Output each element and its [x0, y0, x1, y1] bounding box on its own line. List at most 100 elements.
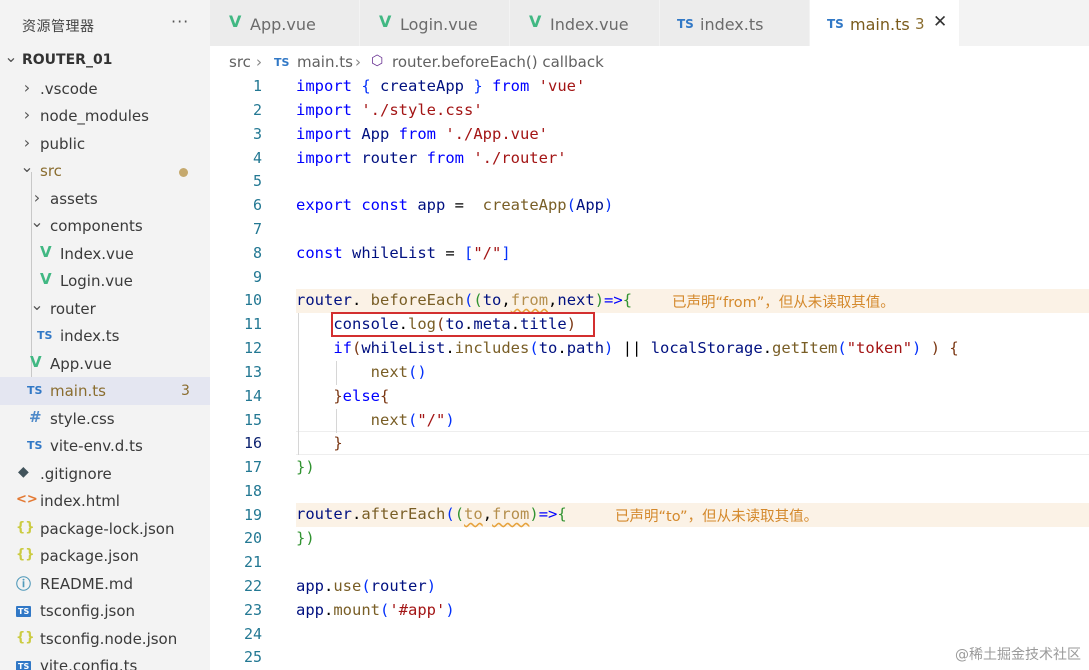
code-token: ( — [445, 505, 455, 523]
chevron-right-icon: › — [256, 53, 262, 71]
breadcrumb-folder[interactable]: src — [229, 53, 251, 71]
tree-item-components[interactable]: ⌄ components — [0, 212, 210, 240]
vue-file-icon: V — [40, 242, 52, 261]
code-line: import router from './router' — [296, 147, 567, 171]
vue-file-icon: V — [379, 12, 392, 31]
tree-item-gitignore[interactable]: ◆ .gitignore — [0, 460, 210, 488]
code-token: = — [454, 196, 483, 214]
vue-file-icon: V — [40, 270, 52, 288]
breadcrumb-file[interactable]: main.ts — [297, 53, 353, 71]
code-editor[interactable]: 1 2 3 4 5 6 7 8 9 10 11 12 13 14 15 16 1… — [210, 75, 1089, 670]
code-token: ( — [566, 196, 576, 214]
code-token: use — [333, 577, 362, 595]
code-token: if — [333, 339, 352, 357]
tree-item-main-ts[interactable]: TS main.ts 3 — [0, 377, 210, 405]
chevron-down-icon: ⌄ — [30, 294, 44, 314]
tree-item-index-vue[interactable]: V Index.vue — [0, 240, 210, 268]
tree-item-node-modules[interactable]: › node_modules — [0, 102, 210, 130]
close-icon[interactable]: ✕ — [933, 12, 947, 32]
tree-item-package-json[interactable]: {} package.json — [0, 542, 210, 570]
tree-item-package-lock[interactable]: {} package-lock.json — [0, 515, 210, 543]
tab-app-vue[interactable]: V App.vue — [210, 0, 360, 46]
tree-item-index-ts[interactable]: TS index.ts — [0, 322, 210, 350]
tree-item-tsconfig-node[interactable]: {} tsconfig.node.json — [0, 625, 210, 653]
tree-item-label: App.vue — [50, 354, 112, 373]
tree-item-router[interactable]: ⌄ router — [0, 295, 210, 323]
line-number: 5 — [252, 172, 262, 190]
tree-item-login-vue[interactable]: V Login.vue — [0, 267, 210, 295]
line-number: 12 — [243, 339, 262, 357]
code-line: router.afterEach((to,from)=>{ — [296, 503, 567, 527]
tab-label: main.ts — [850, 15, 910, 34]
tab-main-ts[interactable]: TS main.ts 3 ✕ — [810, 0, 960, 46]
tab-problem-count: 3 — [915, 15, 925, 33]
code-token: ] — [501, 244, 511, 262]
code-token: whileList — [361, 339, 446, 357]
code-token: from — [510, 291, 549, 309]
code-line: } — [296, 432, 342, 456]
line-number: 23 — [243, 601, 262, 619]
diagnostic-hint: 已声明“to”，但从未读取其值。 — [615, 509, 819, 525]
line-number: 16 — [243, 434, 262, 452]
tab-label: index.ts — [700, 15, 764, 34]
explorer-title: 资源管理器 — [22, 19, 95, 35]
code-token: "/" — [473, 244, 502, 262]
line-number: 15 — [243, 411, 262, 429]
code-line: next() — [296, 361, 427, 385]
code-line: import App from './App.vue' — [296, 123, 548, 147]
tsconfig-file-icon: TS — [16, 606, 32, 617]
tab-login-vue[interactable]: V Login.vue — [360, 0, 510, 46]
tree-item-style-css[interactable]: # style.css — [0, 405, 210, 433]
code-token: . — [445, 339, 455, 357]
code-token: , — [548, 291, 558, 309]
tree-item-tsconfig[interactable]: TS tsconfig.json — [0, 597, 210, 625]
more-actions-icon[interactable]: ··· — [171, 12, 189, 31]
code-token: { — [557, 505, 567, 523]
tree-item-label: index.html — [40, 492, 120, 510]
json-file-icon: {} — [16, 629, 35, 645]
tree-item-vscode[interactable]: › .vscode — [0, 75, 210, 103]
breadcrumb-symbol[interactable]: router.beforeEach() callback — [392, 53, 604, 71]
tree-item-label: main.ts — [50, 382, 106, 400]
vue-file-icon: V — [229, 12, 242, 31]
line-number: 3 — [252, 125, 262, 143]
tab-index-ts[interactable]: TS index.ts — [660, 0, 810, 46]
line-number: 2 — [252, 101, 262, 119]
tree-root-router-01[interactable]: ⌄ ROUTER_01 — [0, 47, 210, 75]
tab-index-vue[interactable]: V Index.vue — [510, 0, 660, 46]
code-line: import { createApp } from 'vue' — [296, 75, 585, 99]
tree-item-label: Login.vue — [60, 272, 133, 290]
code-line: if(whileList.includes(to.path) || localS… — [296, 337, 958, 361]
code-token: afterEach — [361, 505, 446, 523]
git-file-icon: ◆ — [18, 463, 29, 480]
code-token: next — [370, 363, 408, 381]
tree-item-public[interactable]: › public — [0, 130, 210, 158]
tree-item-assets[interactable]: › assets — [0, 185, 210, 213]
code-token: router — [370, 577, 427, 595]
tree-item-vite-env[interactable]: TS vite-env.d.ts — [0, 432, 210, 460]
tree-item-index-html[interactable]: <> index.html — [0, 487, 210, 515]
code-token: App — [352, 125, 399, 143]
tree-item-vite-config[interactable]: TS vite.config.ts — [0, 652, 210, 670]
code-token: getItem — [772, 339, 838, 357]
code-token: || — [613, 339, 651, 357]
code-token: ( — [454, 505, 465, 523]
code-token: ( — [361, 577, 371, 595]
code-token: "token" — [846, 339, 913, 357]
code-token: "/" — [417, 411, 446, 429]
code-line: }) — [296, 527, 315, 551]
tree-item-readme[interactable]: ⓘ README.md — [0, 570, 210, 598]
code-token: beforeEach — [370, 291, 464, 309]
tree-item-app-vue[interactable]: V App.vue — [0, 350, 210, 378]
code-token: ) — [445, 601, 455, 619]
tree-item-src[interactable]: ⌄ src — [0, 157, 210, 185]
code-token: mount — [333, 601, 381, 619]
code-token: ) — [604, 196, 614, 214]
code-token: App — [576, 196, 604, 214]
code-line: import './style.css' — [296, 99, 483, 123]
tree-item-label: src — [40, 162, 62, 180]
